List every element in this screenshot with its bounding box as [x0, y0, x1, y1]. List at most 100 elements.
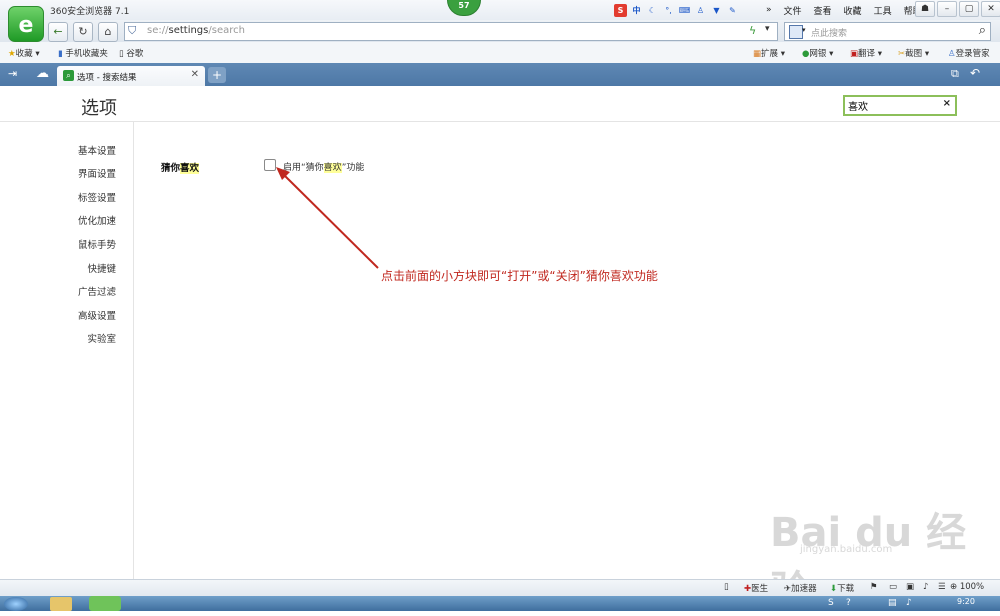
phone-icon: ▮ — [58, 49, 63, 59]
section-label-text: 猜你 — [161, 163, 181, 174]
sidebar-item-basic[interactable]: 基本设置 — [0, 143, 116, 157]
menu-view[interactable]: 查看 — [808, 4, 838, 17]
undo-close-icon[interactable]: ↶ — [970, 66, 980, 80]
sidebar-toggle-icon[interactable]: ⇥ — [8, 67, 17, 80]
new-tab-button[interactable]: + — [208, 67, 226, 83]
sogou-ime-icon[interactable]: S — [614, 3, 627, 17]
search-tab-icon: ⌕ — [63, 70, 74, 81]
recommendation-checkbox-label[interactable]: 启用“猜你喜欢”功能 — [283, 160, 364, 173]
shield-icon: ⛉ — [128, 24, 137, 37]
keyboard-icon[interactable]: ⌨ — [678, 4, 691, 17]
user-icon[interactable]: ♙ — [694, 4, 707, 17]
network-tray-icon[interactable]: ▤ — [888, 598, 897, 608]
close-icon[interactable]: ✕ — [191, 69, 199, 80]
back-button[interactable]: ← — [48, 22, 68, 42]
section-label-highlight: 喜欢 — [180, 163, 200, 174]
sidebar-item-optimize[interactable]: 优化加速 — [0, 213, 116, 227]
sound-icon[interactable]: ♪ — [923, 582, 928, 592]
sidebar-item-shortcuts[interactable]: 快捷键 — [0, 261, 116, 275]
sidebar-divider — [133, 122, 134, 579]
settings-search-input[interactable]: 喜欢 × — [843, 95, 957, 116]
refresh-button[interactable]: ↻ — [73, 22, 93, 42]
netbank-button[interactable]: ●网银 ▾ — [802, 47, 833, 59]
chevron-down-icon[interactable]: ▾ — [765, 24, 770, 34]
maximize-button[interactable]: ▢ — [959, 1, 979, 17]
menu-chevron-icon[interactable]: » — [760, 5, 778, 15]
volume-tray-icon[interactable]: ♪ — [906, 598, 912, 608]
shirt-icon[interactable]: ▼ — [710, 4, 723, 17]
sidebar-item-mouse-gestures[interactable]: 鼠标手势 — [0, 237, 116, 251]
start-button[interactable] — [4, 597, 28, 611]
watermark-url: jingyan.baidu.com — [800, 544, 893, 555]
phone-icon[interactable]: ▯ — [724, 582, 729, 592]
download-button[interactable]: ⬇下载 — [830, 582, 854, 594]
extensions-button[interactable]: ▦扩展 ▾ — [753, 47, 785, 59]
search-box[interactable]: ▾ 点此搜索 ⌕ — [784, 22, 991, 41]
doctor-button[interactable]: ✚医生 — [744, 582, 768, 594]
punctuation-icon[interactable]: °, — [662, 4, 675, 17]
screenshot-label: 截图 — [905, 49, 923, 59]
sidebar-item-tabs[interactable]: 标签设置 — [0, 190, 116, 204]
checkbox-label-pre: 启用“猜你 — [283, 163, 324, 173]
restore-tabs-icon[interactable]: ⧉ — [951, 67, 959, 81]
translate-label: 翻译 — [858, 49, 876, 59]
zoom-level: 100% — [959, 582, 985, 592]
taskbar-clock[interactable]: 9:20 — [957, 597, 975, 606]
sidebar-item-adblock[interactable]: 广告过滤 — [0, 284, 116, 298]
flag-icon[interactable]: ⚑ — [870, 582, 878, 592]
download-label: 下载 — [837, 584, 855, 594]
chat-icon[interactable]: ▭ — [889, 582, 897, 592]
menu-file[interactable]: 文件 — [778, 4, 808, 17]
skin-icon[interactable]: ☗ — [915, 1, 935, 17]
moon-icon[interactable]: ☾ — [646, 4, 659, 17]
accelerator-label: 加速器 — [791, 584, 817, 594]
close-button[interactable]: ✕ — [981, 1, 1000, 17]
address-path: settings — [168, 25, 209, 36]
sidebar-item-labs[interactable]: 实验室 — [0, 331, 116, 345]
tab-settings[interactable]: ⌕ 选项 - 搜索结果 ✕ — [57, 66, 205, 86]
menu-icon[interactable]: ☰ — [938, 582, 946, 592]
clear-search-icon[interactable]: × — [943, 98, 951, 109]
address-scheme: se:// — [147, 25, 169, 36]
sidebar-item-interface[interactable]: 界面设置 — [0, 166, 116, 180]
minimize-button[interactable]: – — [937, 1, 957, 17]
help-tray-icon[interactable]: ? — [846, 598, 851, 608]
image-icon[interactable]: ▣ — [906, 582, 914, 592]
browser-taskbar-icon[interactable] — [89, 596, 121, 611]
home-button[interactable]: ⌂ — [98, 22, 118, 42]
doctor-label: 医生 — [751, 584, 769, 594]
cloud-icon[interactable]: ☁ — [36, 66, 49, 81]
checkbox-label-post: ”功能 — [341, 163, 365, 173]
favorites-label: 收藏 — [15, 49, 33, 59]
zoom-control[interactable]: ⊕ 100% — [950, 582, 984, 592]
chinese-mode-icon[interactable]: 中 — [630, 4, 643, 17]
favorites-button[interactable]: ★收藏 ▾ — [8, 47, 40, 59]
recommendation-checkbox[interactable] — [264, 159, 276, 171]
menu-tools[interactable]: 工具 — [868, 4, 898, 17]
screenshot-button[interactable]: ✂截图 ▾ — [898, 47, 929, 59]
ime-tray-icon[interactable]: S — [828, 598, 834, 608]
menu-bar: » 文件 查看 收藏 工具 帮助 — [760, 2, 928, 18]
translate-button[interactable]: ▣翻译 ▾ — [850, 47, 882, 59]
window-title: 360安全浏览器 7.1 — [50, 7, 130, 17]
menu-favorites[interactable]: 收藏 — [838, 4, 868, 17]
page-title: 选项 — [81, 98, 117, 119]
chevron-down-icon[interactable]: ▾ — [802, 26, 806, 34]
folder-taskbar-icon[interactable] — [50, 597, 72, 611]
sidebar-item-advanced[interactable]: 高级设置 — [0, 308, 116, 322]
search-engine-icon[interactable] — [789, 25, 803, 39]
bookmark-google-label: 谷歌 — [126, 49, 144, 59]
login-manager-button[interactable]: ♙登录管家 — [948, 47, 990, 59]
star-icon: ★ — [8, 49, 16, 59]
wrench-icon[interactable]: ✎ — [726, 4, 739, 17]
login-manager-label: 登录管家 — [955, 49, 990, 59]
annotation-text: 点击前面的小方块即可“打开”或“关闭”猜你喜欢功能 — [381, 269, 658, 283]
address-bar[interactable]: ⛉ se://settings/search ϟ ▾ — [124, 22, 778, 41]
accelerator-button[interactable]: ✈加速器 — [784, 582, 817, 594]
bookmark-mobile[interactable]: ▮ 手机收藏夹 — [58, 47, 108, 59]
bookmark-google[interactable]: ▯ 谷歌 — [119, 47, 143, 59]
search-icon[interactable]: ⌕ — [979, 23, 986, 38]
bolt-icon[interactable]: ϟ — [749, 24, 756, 37]
header-divider — [0, 121, 1000, 122]
address-text[interactable]: se://settings/search — [147, 25, 245, 36]
